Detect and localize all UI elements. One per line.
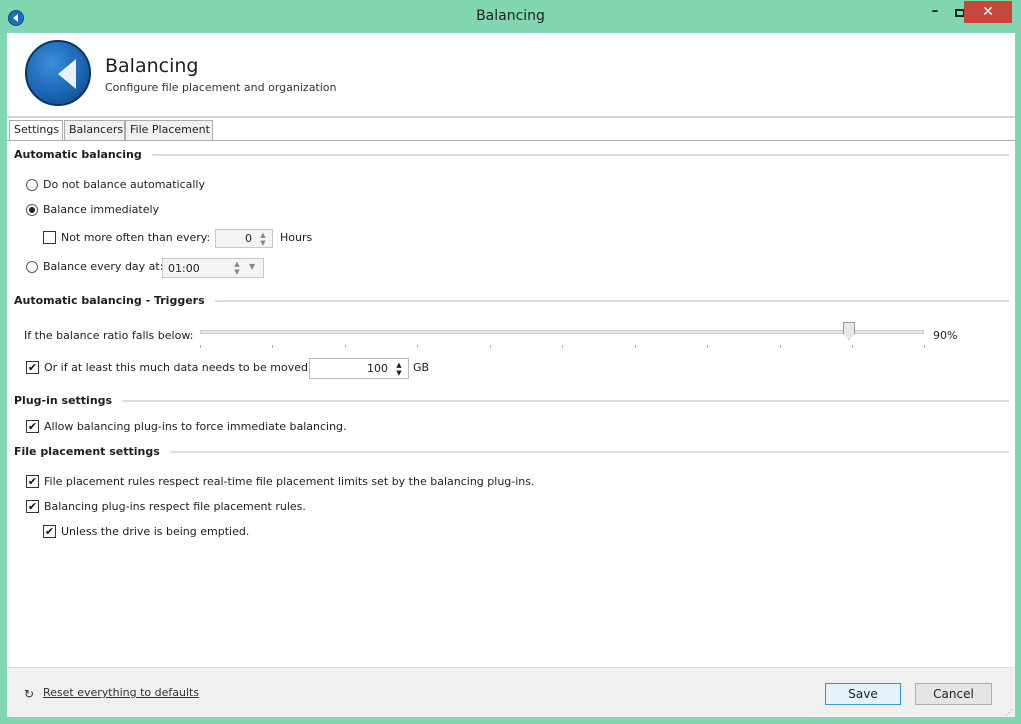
ratio-slider-thumb[interactable]	[843, 322, 855, 340]
stepper-up-icon[interactable]: ▲	[256, 231, 270, 239]
tab-file-placement[interactable]: File Placement	[125, 120, 213, 140]
window-frame: Balancing – ✕ Balancing Configure file p…	[0, 0, 1021, 724]
dialog-footer: ↻ Reset everything to defaults Save Canc…	[7, 668, 1015, 717]
resize-grip-icon[interactable]: ⋰	[1005, 708, 1013, 717]
time-stepper-icon[interactable]: ▲ ▼	[230, 260, 244, 276]
respect-limits-label[interactable]: File placement rules respect real-time f…	[44, 475, 535, 488]
stepper-down-icon[interactable]: ▼	[392, 369, 406, 377]
slider-tick	[562, 345, 563, 348]
checkbox-plugins-respect-rules[interactable]: ✔	[26, 500, 39, 513]
slider-tick	[200, 345, 201, 348]
window-title: Balancing	[476, 8, 545, 24]
section-file-placement: File placement settings	[14, 445, 170, 458]
close-button[interactable]: ✕	[964, 1, 1012, 23]
hours-unit-label: Hours	[280, 231, 313, 244]
checkbox-allow-force[interactable]: ✔	[26, 420, 39, 433]
not-more-often-label: Not more often than every:	[61, 231, 211, 244]
tab-settings[interactable]: Settings	[9, 120, 63, 141]
cancel-button[interactable]: Cancel	[915, 683, 992, 705]
hours-value[interactable]: 0	[245, 232, 252, 245]
slider-tick	[490, 345, 491, 348]
minimize-button[interactable]: –	[922, 3, 948, 27]
data-moved-unit: GB	[413, 361, 430, 374]
dialog-client: Balancing Configure file placement and o…	[7, 33, 1015, 717]
slider-tick	[924, 345, 925, 348]
data-moved-stepper[interactable]: 100 ▲ ▼	[309, 358, 409, 379]
stepper-up-icon[interactable]: ▲	[392, 361, 406, 369]
section-divider	[207, 300, 1009, 302]
title-bar[interactable]: Balancing – ✕	[0, 0, 1021, 33]
plugins-respect-rules-label[interactable]: Balancing plug-ins respect file placemen…	[44, 500, 306, 513]
slider-tick	[780, 345, 781, 348]
daily-time-value[interactable]: 01:00	[168, 262, 200, 275]
radio-balance-daily[interactable]	[26, 261, 38, 273]
ratio-label: If the balance ratio falls below:	[24, 329, 194, 342]
radio-no-auto-balance-label[interactable]: Do not balance automatically	[43, 178, 205, 191]
section-divider	[132, 154, 1009, 156]
data-moved-value[interactable]: 100	[367, 362, 388, 375]
chevron-down-icon[interactable]: ▼	[249, 262, 255, 271]
checkbox-data-moved[interactable]: ✔	[26, 361, 39, 374]
checkbox-respect-limits[interactable]: ✔	[26, 475, 39, 488]
slider-tick	[852, 345, 853, 348]
stepper-down-icon[interactable]: ▼	[256, 239, 270, 247]
radio-balance-immediately-label[interactable]: Balance immediately	[43, 203, 159, 216]
header-title: Balancing	[105, 55, 199, 77]
balancing-logo-icon	[25, 40, 91, 106]
slider-tick	[635, 345, 636, 348]
daily-time-picker[interactable]: 01:00 ▲ ▼ ▼	[162, 258, 264, 278]
checkbox-unless-emptied[interactable]: ✔	[43, 525, 56, 538]
tab-divider	[7, 140, 1015, 141]
radio-balance-immediately[interactable]	[26, 204, 38, 216]
tab-balancers[interactable]: Balancers	[64, 120, 125, 140]
save-button[interactable]: Save	[825, 683, 901, 705]
hours-stepper-arrows[interactable]: ▲ ▼	[256, 231, 270, 247]
header-divider	[7, 116, 1015, 118]
section-automatic-balancing: Automatic balancing	[14, 148, 152, 161]
slider-tick	[417, 345, 418, 348]
slider-tick	[272, 345, 273, 348]
data-moved-stepper-arrows[interactable]: ▲ ▼	[392, 361, 406, 377]
data-moved-label: Or if at least this much data needs to b…	[44, 361, 312, 374]
ratio-slider-track[interactable]	[200, 330, 924, 334]
section-triggers: Automatic balancing - Triggers	[14, 294, 215, 307]
dialog-header: Balancing Configure file placement and o…	[7, 33, 1015, 118]
ratio-value: 90%	[933, 329, 958, 342]
slider-tick	[707, 345, 708, 348]
checkbox-not-more-often[interactable]	[43, 231, 56, 244]
reset-defaults-link[interactable]: Reset everything to defaults	[43, 686, 199, 699]
section-divider	[154, 451, 1009, 453]
header-subtitle: Configure file placement and organizatio…	[105, 81, 337, 94]
radio-balance-daily-label[interactable]: Balance every day at:	[43, 260, 163, 273]
radio-no-auto-balance[interactable]	[26, 179, 38, 191]
hours-stepper[interactable]: 0 ▲ ▼	[215, 229, 273, 248]
unless-emptied-label[interactable]: Unless the drive is being emptied.	[61, 525, 249, 538]
section-plugin-settings: Plug-in settings	[14, 394, 123, 407]
slider-tick	[345, 345, 346, 348]
section-divider	[114, 400, 1009, 402]
reset-icon[interactable]: ↻	[24, 687, 34, 701]
allow-force-label[interactable]: Allow balancing plug-ins to force immedi…	[44, 420, 347, 433]
